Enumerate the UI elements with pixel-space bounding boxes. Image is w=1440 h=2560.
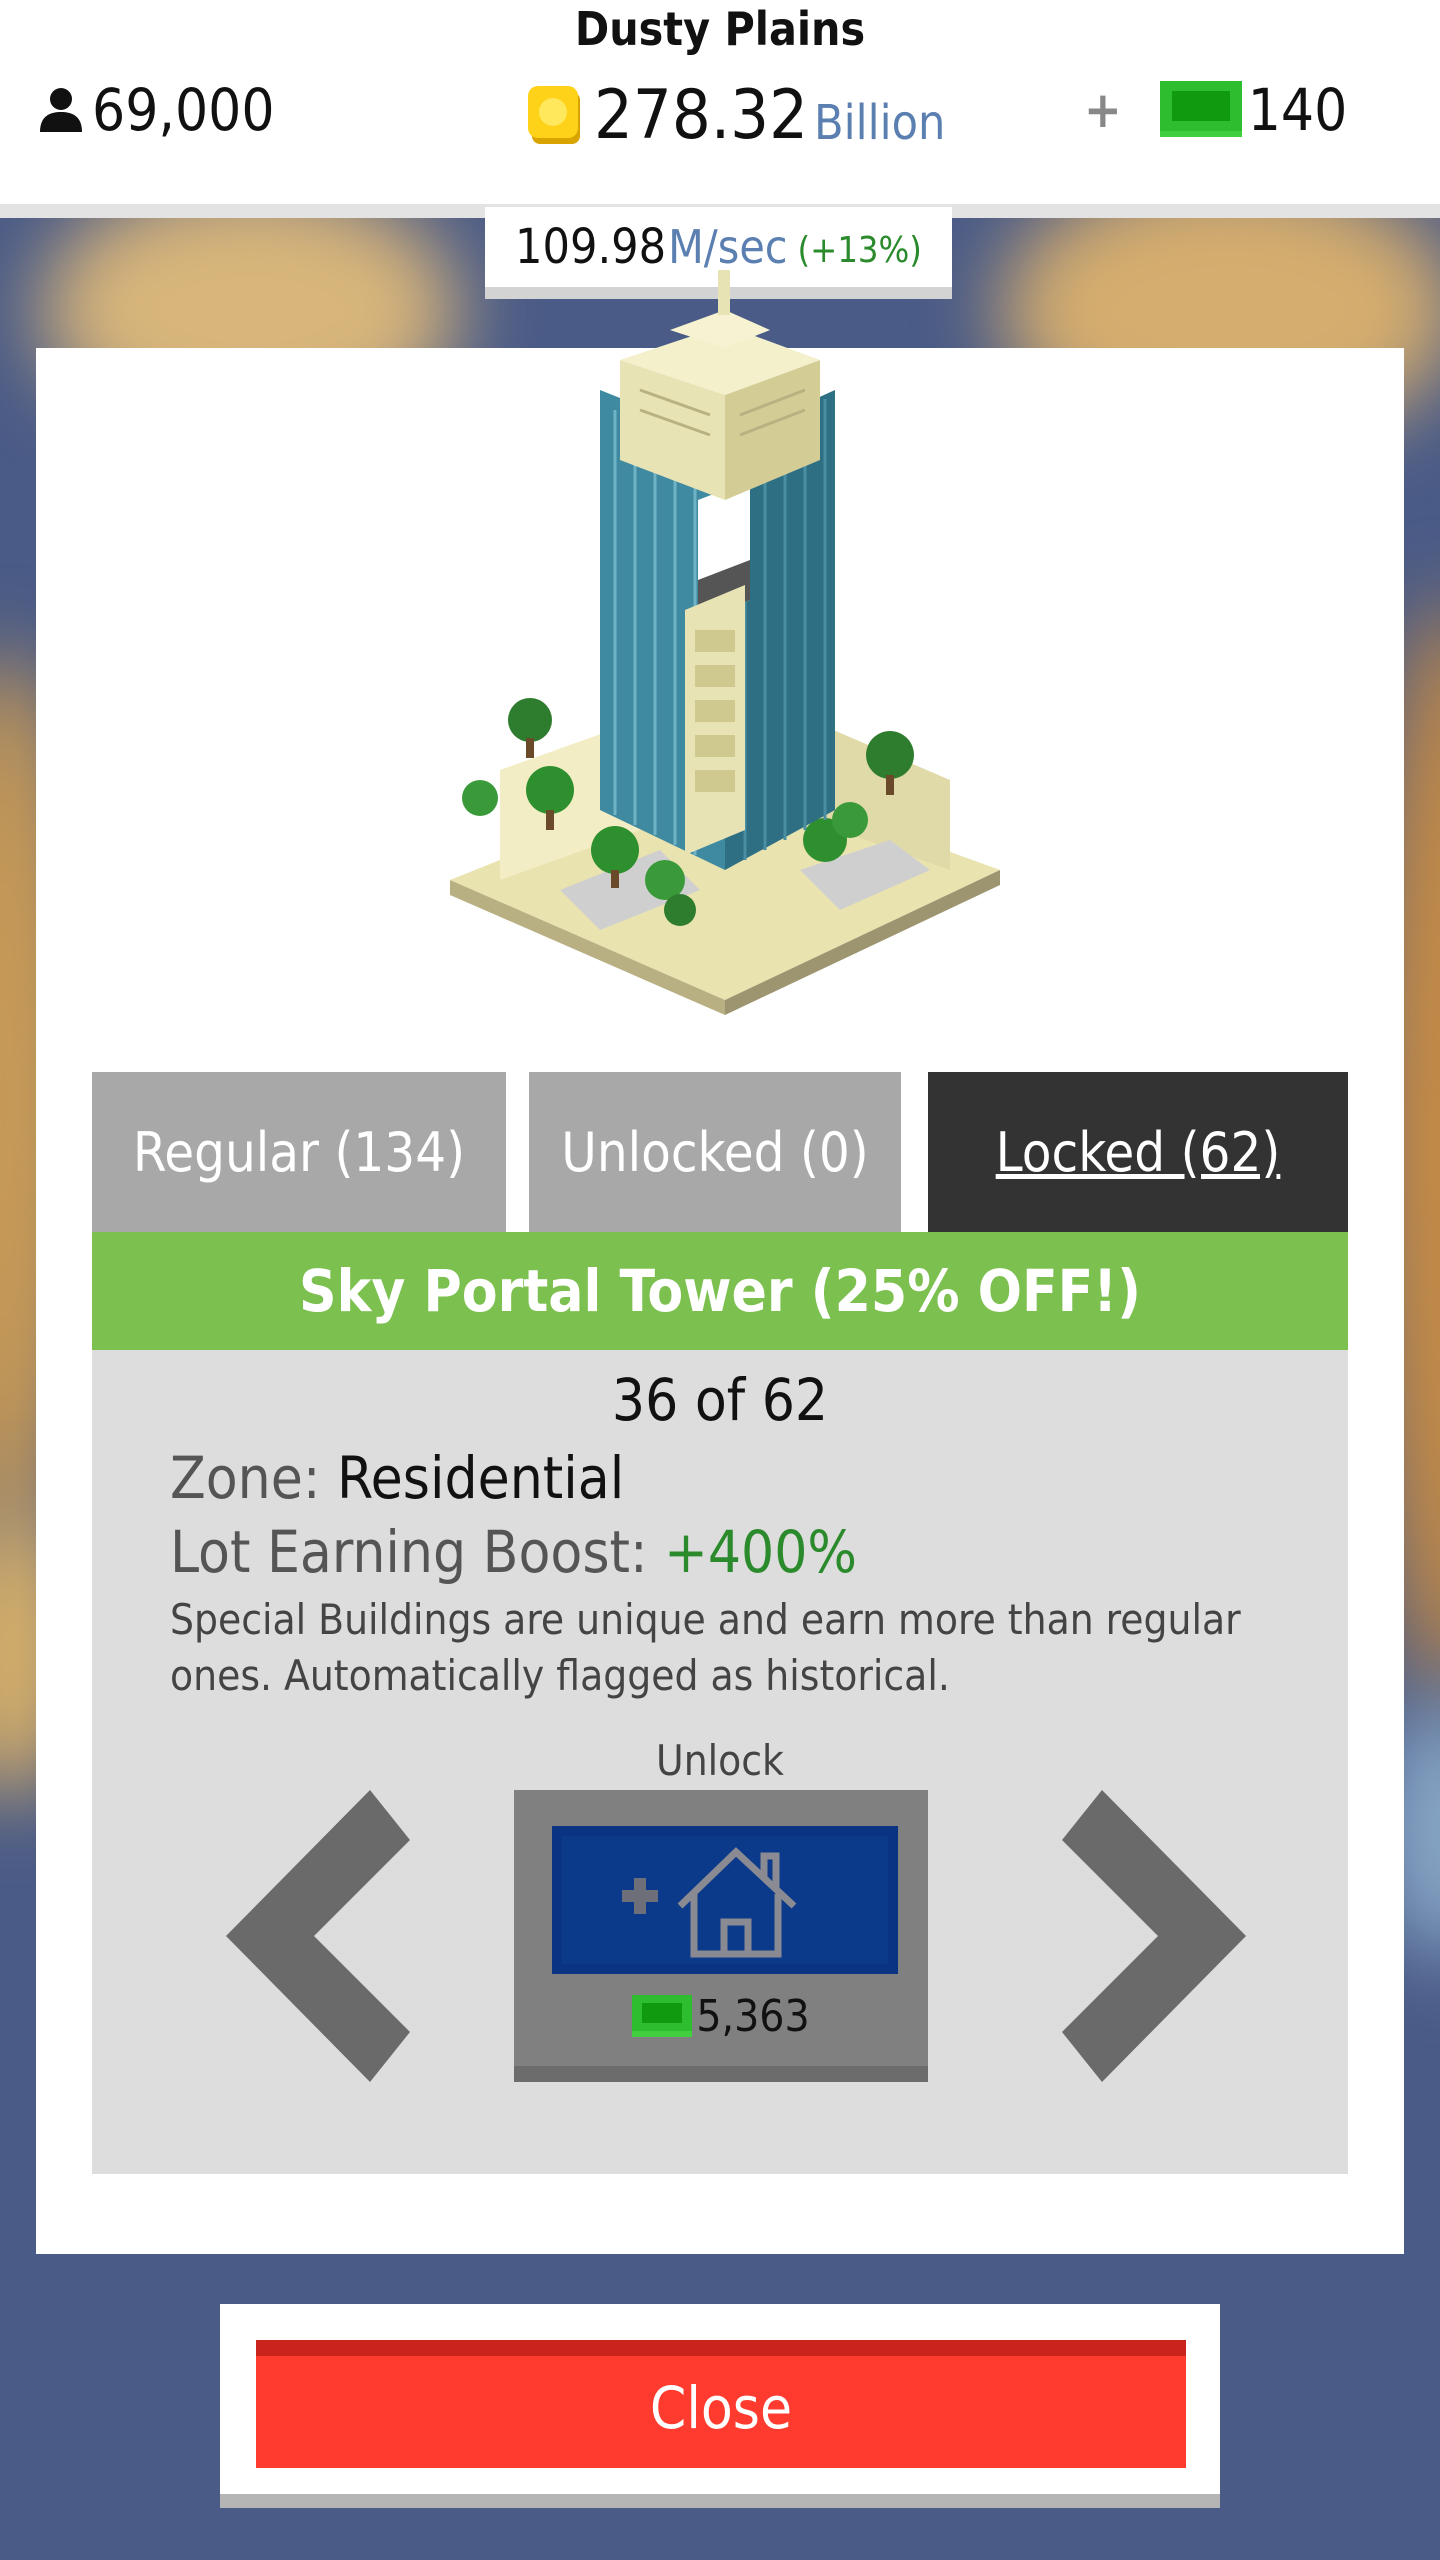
zone-value: Residential xyxy=(337,1444,625,1512)
unlock-price-value: 5,363 xyxy=(696,1990,810,2042)
rate-value: 109.98 xyxy=(515,219,667,275)
coin-icon xyxy=(528,86,580,144)
prev-arrow-icon[interactable] xyxy=(222,1790,418,2082)
cash-icon xyxy=(632,1995,693,2037)
city-name: Dusty Plains xyxy=(574,2,866,56)
building-image xyxy=(450,270,1000,1015)
cash-value: 140 xyxy=(1247,76,1348,144)
unlock-button-face xyxy=(552,1826,898,1974)
rate-bonus: (+13%) xyxy=(797,229,922,271)
next-arrow-icon[interactable] xyxy=(1054,1790,1250,2082)
tab-unlocked[interactable]: Unlocked (0) xyxy=(529,1072,901,1232)
cash-icon xyxy=(1159,81,1242,137)
population-value: 69,000 xyxy=(92,76,275,144)
building-title: Sky Portal Tower (25% OFF!) xyxy=(92,1232,1348,1350)
zone-row: Zone: Residential xyxy=(170,1444,624,1512)
tab-regular[interactable]: Regular (134) xyxy=(92,1072,506,1232)
money-value: 278.32 xyxy=(594,75,808,155)
person-icon xyxy=(40,88,82,132)
money-unit: Billion xyxy=(814,95,946,151)
buy-cash-button[interactable]: + xyxy=(1084,81,1122,139)
unlock-button[interactable]: 5,363 xyxy=(514,1790,928,2082)
boost-label: Lot Earning Boost: xyxy=(170,1518,648,1586)
boost-row: Lot Earning Boost: +400% xyxy=(170,1518,857,1586)
tab-locked[interactable]: Locked (62) xyxy=(928,1072,1348,1232)
cash-counter[interactable]: + 140 xyxy=(1084,70,1347,150)
unlock-label: Unlock xyxy=(656,1736,784,1785)
building-counter: 36 of 62 xyxy=(611,1366,829,1434)
unlock-price: 5,363 xyxy=(514,1986,928,2046)
close-button[interactable]: Close xyxy=(256,2340,1186,2468)
house-plus-icon xyxy=(622,1847,797,1958)
boost-value: +400% xyxy=(664,1518,858,1586)
money-counter: 278.32 Billion xyxy=(526,70,945,160)
building-description: Special Buildings are unique and earn mo… xyxy=(170,1595,1241,1700)
rate-unit: M/sec xyxy=(668,220,788,274)
zone-label: Zone: xyxy=(170,1444,321,1512)
population-counter: 69,000 xyxy=(38,70,275,150)
